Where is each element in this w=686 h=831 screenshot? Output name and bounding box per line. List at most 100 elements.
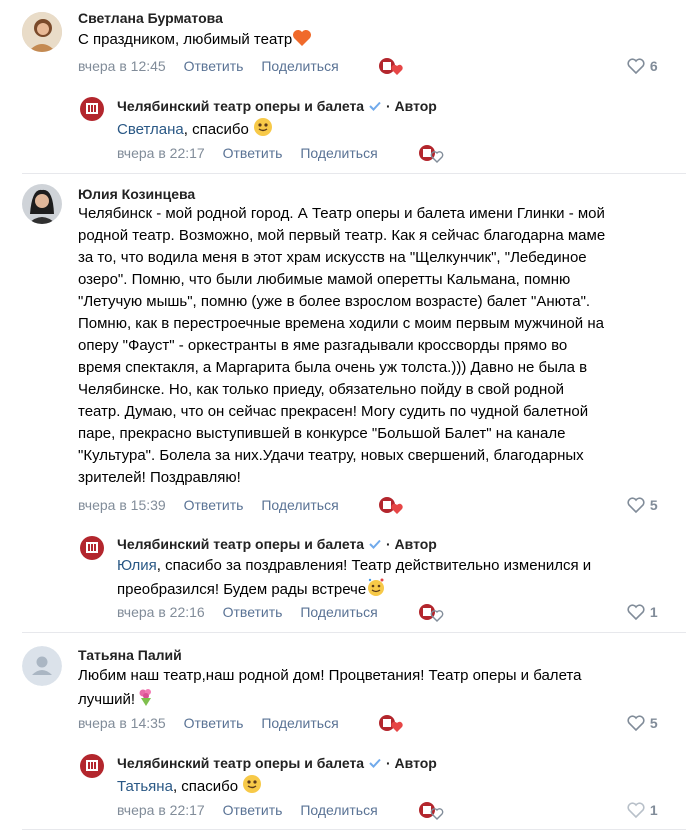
reply-time[interactable]: вчера в 22:16 <box>117 604 205 620</box>
like-count: 1 <box>649 604 658 620</box>
text-line: Челябинск - мой родной город. А Театр оп… <box>78 205 605 222</box>
reactors[interactable] <box>418 143 448 163</box>
comment-author[interactable]: Светлана Бурматова <box>78 10 223 26</box>
bouquet-emoji-icon <box>135 687 155 714</box>
author-link[interactable]: Челябинский театр оперы и балета <box>117 98 364 114</box>
reply-text: Светлана, спасибо <box>117 117 273 144</box>
text-line: Помню, как в перестроечные времена ходил… <box>78 315 604 332</box>
share-button[interactable]: Поделиться <box>261 497 338 513</box>
reply-button[interactable]: Ответить <box>223 802 283 818</box>
comment-author[interactable]: Юлия Козинцева <box>78 186 195 202</box>
reactors[interactable] <box>418 602 448 622</box>
comment-author[interactable]: Татьяна Палий <box>78 647 182 663</box>
divider <box>22 632 686 633</box>
text-line: время спектакля, а Маргарита была очень … <box>78 359 588 376</box>
reply-time[interactable]: вчера в 22:17 <box>117 145 205 161</box>
text-line: оперу "Фауст" - оркестранты в яме разгад… <box>78 337 568 354</box>
mention-link[interactable]: Татьяна <box>117 778 173 795</box>
reply-button[interactable]: Ответить <box>184 715 244 731</box>
text-line: озеро". Помню, что были любимые мамой оп… <box>78 271 571 288</box>
share-button[interactable]: Поделиться <box>300 145 377 161</box>
comment-meta: вчера в 15:39 Ответить Поделиться <box>78 497 353 513</box>
reactors[interactable] <box>378 495 408 515</box>
reply-meta: вчера в 22:17 Ответить Поделиться <box>117 145 392 161</box>
comment-time[interactable]: вчера в 12:45 <box>78 58 166 74</box>
reply-author: Челябинский театр оперы и балета · Автор <box>117 536 437 552</box>
avatar[interactable] <box>22 184 62 224</box>
reply-button[interactable]: Ответить <box>223 604 283 620</box>
text-line: Челябинске. Но, как только приеду, обяза… <box>78 381 565 398</box>
reactors[interactable] <box>418 800 448 820</box>
author-link[interactable]: Челябинский театр оперы и балета <box>117 755 364 771</box>
text-line: лучший! <box>78 687 581 714</box>
reply-line-1: Юлия, спасибо за поздравления! Театр дей… <box>117 555 591 577</box>
reply-text-body: , спасибо <box>183 121 249 138</box>
avatar[interactable] <box>22 646 62 686</box>
reply-button[interactable]: Ответить <box>184 497 244 513</box>
mention-link[interactable]: Светлана <box>117 121 184 138</box>
like-count: 5 <box>649 715 658 731</box>
share-button[interactable]: Поделиться <box>300 802 377 818</box>
reply-button[interactable]: Ответить <box>223 145 283 161</box>
theatre-logo-icon <box>379 497 403 514</box>
like-count: 1 <box>649 802 658 818</box>
heart-icon <box>391 721 403 732</box>
heart-outline-icon <box>627 802 645 819</box>
theatre-logo-icon <box>419 604 444 622</box>
reply-author: Челябинский театр оперы и балета · Автор <box>117 98 437 114</box>
reply-text-body: , спасибо <box>172 778 239 795</box>
reactors[interactable] <box>378 56 408 76</box>
reply-button[interactable]: Ответить <box>184 58 244 74</box>
verified-icon <box>369 539 381 549</box>
like-button[interactable]: 1 <box>626 603 658 621</box>
share-button[interactable]: Поделиться <box>261 715 338 731</box>
heart-outline-icon <box>627 604 645 621</box>
theatre-logo-icon <box>379 715 403 732</box>
theatre-avatar[interactable] <box>78 752 106 780</box>
like-count: 6 <box>649 58 658 74</box>
theatre-logo-icon <box>419 802 444 820</box>
text-line-body: лучший! <box>78 691 136 708</box>
user-photo-icon <box>22 184 62 224</box>
like-button[interactable]: 1 <box>626 801 658 819</box>
reply-author: Челябинский театр оперы и балета · Автор <box>117 755 437 771</box>
reactors[interactable] <box>378 713 408 733</box>
comment-text: Любим наш театр,наш родной дом! Процвета… <box>78 665 581 714</box>
text-line: родной театр. Возможно, мой первый театр… <box>78 227 606 244</box>
reply-text: Юлия, спасибо за поздравления! Театр дей… <box>117 555 591 604</box>
author-tag: · Автор <box>385 98 437 114</box>
text-line: зрителей! Поздравляю! <box>78 469 241 486</box>
like-button[interactable]: 5 <box>626 496 658 514</box>
text-line: "Культура". Болела за них.Удачи театру, … <box>78 447 584 464</box>
heart-outline-icon <box>627 58 645 75</box>
share-button[interactable]: Поделиться <box>261 58 338 74</box>
mention-link[interactable]: Юлия <box>117 557 157 574</box>
like-button[interactable]: 5 <box>626 714 658 732</box>
party-emoji-icon <box>366 577 386 604</box>
like-button[interactable]: 6 <box>626 57 658 75</box>
comment-meta: вчера в 12:45 Ответить Поделиться <box>78 58 353 74</box>
text-line: паре, прекрасно выступившей в конкурсе "… <box>78 425 566 442</box>
reply-time[interactable]: вчера в 22:17 <box>117 802 205 818</box>
smile-emoji-icon <box>253 117 273 144</box>
author-tag: · Автор <box>385 536 437 552</box>
reply-text: Татьяна, спасибо <box>117 774 262 801</box>
author-tag: · Автор <box>385 755 437 771</box>
reply-meta: вчера в 22:16 Ответить Поделиться <box>117 604 392 620</box>
avatar[interactable] <box>22 12 62 52</box>
theatre-logo-icon <box>419 145 444 163</box>
theatre-avatar[interactable] <box>78 95 106 123</box>
comment-text: С праздником, любимый театр <box>78 29 312 54</box>
smile-emoji-icon <box>242 774 262 801</box>
heart-icon <box>391 503 403 514</box>
reply-line-2: преобразился! Будем рады встрече <box>117 577 591 604</box>
comment-text-body: С праздником, любимый театр <box>78 31 293 48</box>
text-line: "Летучую мышь", помню (уже в более взрос… <box>78 293 591 310</box>
theatre-avatar[interactable] <box>78 534 106 562</box>
share-button[interactable]: Поделиться <box>300 604 377 620</box>
reply-text-body: преобразился! Будем рады встрече <box>117 581 367 598</box>
author-link[interactable]: Челябинский театр оперы и балета <box>117 536 364 552</box>
comment-time[interactable]: вчера в 14:35 <box>78 715 166 731</box>
user-photo-icon <box>22 12 62 52</box>
comment-time[interactable]: вчера в 15:39 <box>78 497 166 513</box>
